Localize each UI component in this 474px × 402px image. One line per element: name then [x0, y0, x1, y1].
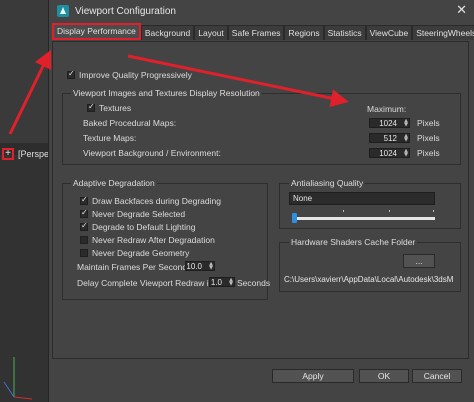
dialog-title: Viewport Configuration: [75, 5, 176, 17]
checkbox-icon: [80, 221, 88, 231]
adaptive-degradation-title: Adaptive Degradation: [71, 178, 157, 188]
ok-button[interactable]: OK: [359, 369, 409, 383]
degrade-default-lighting-checkbox[interactable]: Degrade to Default Lighting: [80, 221, 196, 232]
never-degrade-geometry-label: Never Degrade Geometry: [92, 248, 190, 258]
tab-strip: Display Performance Background Layout Sa…: [52, 23, 474, 41]
pixels-unit-label: Pixels: [417, 133, 440, 143]
slider-tick: [433, 210, 434, 212]
checkbox-icon: [67, 69, 75, 79]
tab-panel-display-performance: Improve Quality Progressively Viewport I…: [52, 41, 469, 359]
spinner-arrows-icon[interactable]: ▲ ▼: [404, 134, 408, 143]
checkbox-icon: [80, 208, 88, 218]
draw-backfaces-checkbox[interactable]: Draw Backfaces during Degrading: [80, 195, 221, 206]
antialiasing-title: Antialiasing Quality: [289, 178, 366, 188]
baked-procedural-maps-spinner[interactable]: 1024 ▲ ▼: [369, 118, 410, 128]
antialiasing-group: [279, 183, 461, 229]
viewport-background-spinner[interactable]: 1024 ▲ ▼: [369, 148, 410, 158]
resolution-group-title: Viewport Images and Textures Display Res…: [71, 88, 262, 98]
never-degrade-selected-checkbox[interactable]: Never Degrade Selected: [80, 208, 186, 219]
never-redraw-label: Never Redraw After Degradation: [92, 235, 215, 245]
maintain-fps-spinner[interactable]: 10.0 ▲ ▼: [185, 261, 215, 271]
slider-tick: [389, 210, 390, 212]
delay-redraw-label: Delay Complete Viewport Redraw in: [77, 278, 214, 288]
viewport-label[interactable]: [Perspe: [18, 149, 49, 159]
antialiasing-slider-thumb[interactable]: [292, 213, 297, 223]
degrade-default-lighting-label: Degrade to Default Lighting: [92, 222, 196, 232]
draw-backfaces-label: Draw Backfaces during Degrading: [92, 196, 221, 206]
dialog-titlebar[interactable]: Viewport Configuration ✕: [49, 0, 474, 22]
tab-background[interactable]: Background: [140, 25, 195, 40]
textures-checkbox[interactable]: Textures: [87, 102, 132, 113]
maximum-label: Maximum:: [367, 104, 407, 114]
antialiasing-slider-track[interactable]: [293, 217, 435, 220]
slider-tick: [343, 210, 344, 212]
shader-cache-title: Hardware Shaders Cache Folder: [289, 237, 418, 247]
viewport-menu-plus-icon[interactable]: +: [2, 148, 14, 160]
tab-steeringwheels[interactable]: SteeringWheels: [412, 25, 474, 40]
texture-maps-spinner[interactable]: 512 ▲ ▼: [369, 133, 410, 143]
checkbox-icon: [80, 249, 88, 257]
viewport-configuration-dialog: Viewport Configuration ✕ Display Perform…: [48, 0, 474, 402]
tab-layout[interactable]: Layout: [194, 25, 228, 40]
checkbox-icon: [80, 195, 88, 205]
shader-cache-path: C:\Users\xavierr\AppData\Local\Autodesk\…: [284, 275, 454, 284]
spinner-arrows-icon[interactable]: ▲ ▼: [229, 278, 233, 287]
baked-procedural-maps-label: Baked Procedural Maps:: [83, 118, 177, 128]
spinner-arrows-icon[interactable]: ▲ ▼: [404, 119, 408, 128]
axis-gizmo-icon: [3, 357, 33, 400]
antialiasing-value-field: None: [289, 192, 435, 205]
maintain-fps-label: Maintain Frames Per Second:: [77, 262, 190, 272]
checkbox-icon: [80, 236, 88, 244]
tab-statistics[interactable]: Statistics: [323, 25, 366, 40]
close-button[interactable]: ✕: [456, 3, 467, 17]
delay-redraw-spinner[interactable]: 1.0 ▲ ▼: [209, 277, 235, 287]
tab-regions[interactable]: Regions: [284, 25, 324, 40]
browse-button[interactable]: ...: [403, 254, 435, 268]
textures-label: Textures: [99, 103, 132, 113]
spinner-arrows-icon[interactable]: ▲ ▼: [209, 262, 213, 271]
seconds-unit-label: Seconds: [237, 278, 271, 288]
viewport-background-label: Viewport Background / Environment:: [83, 148, 221, 158]
pixels-unit-label: Pixels: [417, 148, 440, 158]
cancel-button[interactable]: Cancel: [412, 369, 462, 383]
apply-button[interactable]: Apply: [272, 369, 354, 383]
checkbox-icon: [87, 102, 95, 112]
tab-safe-frames[interactable]: Safe Frames: [227, 25, 285, 40]
tab-viewcube[interactable]: ViewCube: [365, 25, 413, 40]
texture-maps-label: Texture Maps:: [83, 133, 137, 143]
improve-quality-checkbox[interactable]: Improve Quality Progressively: [67, 69, 192, 80]
never-degrade-selected-label: Never Degrade Selected: [92, 209, 186, 219]
3dsmax-logo-icon: [57, 5, 69, 17]
tab-display-performance[interactable]: Display Performance: [52, 23, 141, 40]
pixels-unit-label: Pixels: [417, 118, 440, 128]
never-degrade-geometry-checkbox[interactable]: Never Degrade Geometry: [80, 248, 189, 258]
never-redraw-checkbox[interactable]: Never Redraw After Degradation: [80, 235, 215, 245]
improve-quality-label: Improve Quality Progressively: [79, 70, 192, 80]
spinner-arrows-icon[interactable]: ▲ ▼: [404, 149, 408, 158]
